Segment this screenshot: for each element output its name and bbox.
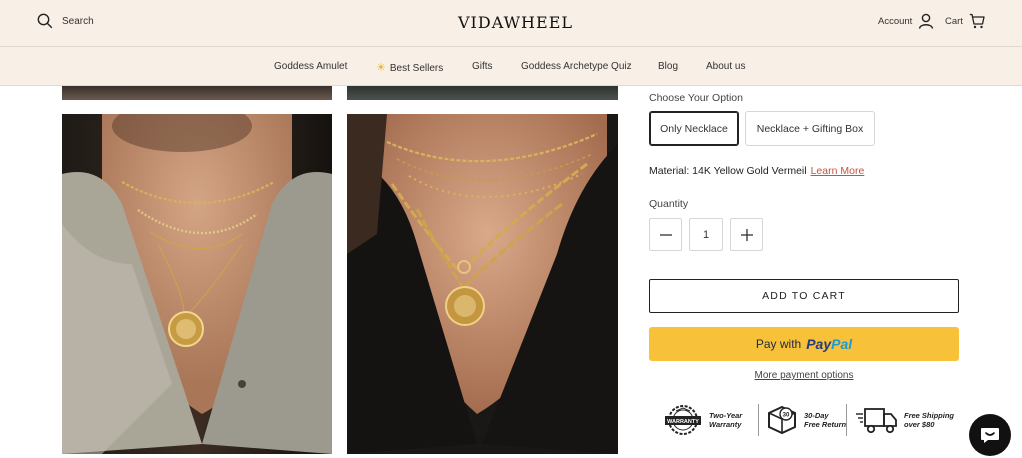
material-text: Material: 14K Yellow Gold Vermeil — [649, 165, 807, 177]
add-to-cart-button[interactable]: ADD TO CART — [649, 279, 959, 313]
sun-icon: ☀ — [376, 62, 386, 74]
cart-link[interactable]: Cart — [945, 13, 985, 29]
paypal-prefix: Pay with — [755, 337, 802, 351]
nav-item-goddess-amulet[interactable]: Goddess Amulet — [274, 61, 347, 72]
badge-warranty: WARRANTY Two-Year Warranty — [662, 400, 742, 440]
badge-free-shipping: Free Shipping over $80 — [855, 400, 954, 440]
option-necklace-gifting-box[interactable]: Necklace + Gifting Box — [745, 111, 875, 146]
account-label: Account — [878, 15, 913, 27]
main-navigation: Goddess Amulet ☀ Best Sellers Gifts Godde… — [0, 46, 1022, 86]
nav-item-gifts[interactable]: Gifts — [472, 61, 493, 72]
svg-text:30: 30 — [783, 413, 790, 419]
search-button[interactable]: Search — [37, 13, 94, 29]
learn-more-link[interactable]: Learn More — [811, 165, 865, 177]
svg-text:WARRANTY: WARRANTY — [667, 419, 699, 425]
trust-badges: WARRANTY Two-Year Warranty 30 30-Day Fre… — [660, 400, 960, 440]
option-label: Choose Your Option — [649, 92, 743, 104]
quantity-increase-button[interactable] — [730, 218, 763, 251]
badge-divider — [846, 404, 847, 436]
nav-item-archetype-quiz[interactable]: Goddess Archetype Quiz — [521, 61, 632, 72]
quantity-input[interactable]: 1 — [689, 218, 723, 251]
warranty-icon: WARRANTY — [665, 405, 701, 435]
badge-free-shipping-text: Free Shipping over $80 — [904, 411, 955, 429]
product-image[interactable] — [62, 114, 332, 454]
badge-warranty-text: Two-Year Warranty — [709, 411, 743, 429]
quantity-label: Quantity — [649, 198, 689, 210]
product-image-partial[interactable] — [347, 86, 618, 100]
more-payment-options-link[interactable]: More payment options — [649, 370, 959, 381]
top-header: Search VIDAWHEEL Account Cart — [0, 0, 1022, 46]
product-image[interactable] — [347, 114, 618, 454]
plus-icon — [740, 228, 753, 241]
paypal-button[interactable]: Pay with PayPal — [649, 327, 959, 361]
paypal-logo: PayPal — [806, 336, 853, 352]
user-icon — [919, 13, 934, 29]
truck-icon — [856, 408, 897, 434]
cart-label: Cart — [945, 15, 963, 27]
nav-item-about-us[interactable]: About us — [706, 61, 745, 72]
material-info: Material: 14K Yellow Gold Vermeil Learn M… — [649, 165, 864, 177]
option-only-necklace[interactable]: Only Necklace — [649, 111, 739, 146]
account-link[interactable]: Account — [878, 13, 934, 29]
minus-icon — [659, 233, 672, 236]
chat-button[interactable] — [969, 414, 1011, 456]
search-label: Search — [62, 15, 94, 27]
nav-item-blog[interactable]: Blog — [658, 61, 678, 72]
nav-item-best-sellers[interactable]: ☀ Best Sellers — [376, 61, 443, 74]
cart-icon — [969, 13, 985, 29]
nav-item-label: Best Sellers — [389, 63, 444, 74]
box-return-icon: 30 — [768, 405, 796, 435]
quantity-decrease-button[interactable] — [649, 218, 682, 251]
chat-icon — [981, 428, 999, 443]
badge-free-return-text: 30-Day Free Return — [804, 411, 847, 429]
badge-divider — [758, 404, 759, 436]
site-logo[interactable]: VIDAWHEEL — [458, 12, 572, 34]
badge-free-return: 30 30-Day Free Return — [765, 400, 846, 440]
search-icon — [37, 13, 53, 29]
product-image-partial[interactable] — [62, 86, 332, 100]
